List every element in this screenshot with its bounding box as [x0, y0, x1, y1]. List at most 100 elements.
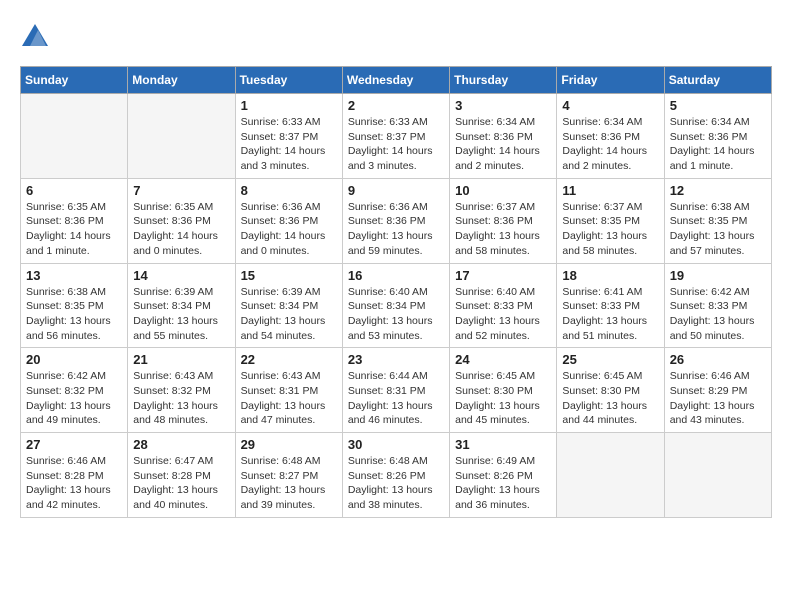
weekday-header-saturday: Saturday	[664, 67, 771, 94]
calendar-cell: 11Sunrise: 6:37 AM Sunset: 8:35 PM Dayli…	[557, 178, 664, 263]
day-number: 1	[241, 98, 337, 113]
day-info: Sunrise: 6:34 AM Sunset: 8:36 PM Dayligh…	[455, 115, 551, 174]
calendar-cell	[128, 94, 235, 179]
calendar-cell: 30Sunrise: 6:48 AM Sunset: 8:26 PM Dayli…	[342, 433, 449, 518]
day-info: Sunrise: 6:42 AM Sunset: 8:33 PM Dayligh…	[670, 285, 766, 344]
day-info: Sunrise: 6:33 AM Sunset: 8:37 PM Dayligh…	[241, 115, 337, 174]
day-number: 26	[670, 352, 766, 367]
calendar-cell: 3 Sunrise: 6:34 AM Sunset: 8:36 PM Daylig…	[450, 94, 557, 179]
calendar-cell: 19Sunrise: 6:42 AM Sunset: 8:33 PM Dayli…	[664, 263, 771, 348]
day-number: 22	[241, 352, 337, 367]
day-info: Sunrise: 6:33 AM Sunset: 8:37 PM Dayligh…	[348, 115, 444, 174]
weekday-header-tuesday: Tuesday	[235, 67, 342, 94]
calendar-cell: 23 Sunrise: 6:44 AM Sunset: 8:31 PM Dayli…	[342, 348, 449, 433]
day-number: 25	[562, 352, 658, 367]
day-number: 17	[455, 268, 551, 283]
day-info: Sunrise: 6:44 AM Sunset: 8:31 PM Dayligh…	[348, 369, 444, 428]
calendar-cell: 27Sunrise: 6:46 AM Sunset: 8:28 PM Dayli…	[21, 433, 128, 518]
weekday-header-sunday: Sunday	[21, 67, 128, 94]
page-header	[20, 20, 772, 50]
calendar-cell: 26 Sunrise: 6:46 AM Sunset: 8:29 PM Dayli…	[664, 348, 771, 433]
day-info: Sunrise: 6:37 AM Sunset: 8:36 PM Dayligh…	[455, 200, 551, 259]
calendar-cell: 31 Sunrise: 6:49 AM Sunset: 8:26 PM Dayli…	[450, 433, 557, 518]
calendar-cell: 29Sunrise: 6:48 AM Sunset: 8:27 PM Dayli…	[235, 433, 342, 518]
day-number: 20	[26, 352, 122, 367]
day-number: 12	[670, 183, 766, 198]
calendar-cell: 9 Sunrise: 6:36 AM Sunset: 8:36 PM Daylig…	[342, 178, 449, 263]
day-number: 8	[241, 183, 337, 198]
calendar-week-row: 20 Sunrise: 6:42 AM Sunset: 8:32 PM Dayli…	[21, 348, 772, 433]
calendar-cell: 15 Sunrise: 6:39 AM Sunset: 8:34 PM Dayli…	[235, 263, 342, 348]
day-info: Sunrise: 6:45 AM Sunset: 8:30 PM Dayligh…	[455, 369, 551, 428]
calendar-cell: 1 Sunrise: 6:33 AM Sunset: 8:37 PM Daylig…	[235, 94, 342, 179]
calendar-week-row: 13Sunrise: 6:38 AM Sunset: 8:35 PM Dayli…	[21, 263, 772, 348]
calendar-cell: 25 Sunrise: 6:45 AM Sunset: 8:30 PM Dayli…	[557, 348, 664, 433]
calendar-cell	[21, 94, 128, 179]
calendar-cell: 22 Sunrise: 6:43 AM Sunset: 8:31 PM Dayli…	[235, 348, 342, 433]
calendar-cell: 28 Sunrise: 6:47 AM Sunset: 8:28 PM Dayli…	[128, 433, 235, 518]
calendar-cell: 10 Sunrise: 6:37 AM Sunset: 8:36 PM Dayli…	[450, 178, 557, 263]
calendar-cell: 6 Sunrise: 6:35 AM Sunset: 8:36 PM Daylig…	[21, 178, 128, 263]
calendar-cell	[664, 433, 771, 518]
day-info: Sunrise: 6:34 AM Sunset: 8:36 PM Dayligh…	[670, 115, 766, 174]
day-number: 28	[133, 437, 229, 452]
calendar-cell: 20 Sunrise: 6:42 AM Sunset: 8:32 PM Dayli…	[21, 348, 128, 433]
weekday-header-monday: Monday	[128, 67, 235, 94]
calendar-week-row: 1 Sunrise: 6:33 AM Sunset: 8:37 PM Daylig…	[21, 94, 772, 179]
calendar-cell: 12 Sunrise: 6:38 AM Sunset: 8:35 PM Dayli…	[664, 178, 771, 263]
day-number: 14	[133, 268, 229, 283]
day-info: Sunrise: 6:39 AM Sunset: 8:34 PM Dayligh…	[241, 285, 337, 344]
day-info: Sunrise: 6:40 AM Sunset: 8:34 PM Dayligh…	[348, 285, 444, 344]
day-number: 6	[26, 183, 122, 198]
calendar-cell: 2 Sunrise: 6:33 AM Sunset: 8:37 PM Daylig…	[342, 94, 449, 179]
calendar-cell: 4 Sunrise: 6:34 AM Sunset: 8:36 PM Daylig…	[557, 94, 664, 179]
calendar-cell: 8 Sunrise: 6:36 AM Sunset: 8:36 PM Daylig…	[235, 178, 342, 263]
calendar-week-row: 6 Sunrise: 6:35 AM Sunset: 8:36 PM Daylig…	[21, 178, 772, 263]
day-info: Sunrise: 6:49 AM Sunset: 8:26 PM Dayligh…	[455, 454, 551, 513]
day-number: 5	[670, 98, 766, 113]
day-number: 23	[348, 352, 444, 367]
calendar-header-row: SundayMondayTuesdayWednesdayThursdayFrid…	[21, 67, 772, 94]
day-info: Sunrise: 6:36 AM Sunset: 8:36 PM Dayligh…	[348, 200, 444, 259]
calendar-cell: 24 Sunrise: 6:45 AM Sunset: 8:30 PM Dayli…	[450, 348, 557, 433]
day-number: 24	[455, 352, 551, 367]
day-info: Sunrise: 6:34 AM Sunset: 8:36 PM Dayligh…	[562, 115, 658, 174]
logo	[20, 20, 54, 50]
day-info: Sunrise: 6:47 AM Sunset: 8:28 PM Dayligh…	[133, 454, 229, 513]
calendar-cell: 5 Sunrise: 6:34 AM Sunset: 8:36 PM Daylig…	[664, 94, 771, 179]
day-info: Sunrise: 6:43 AM Sunset: 8:31 PM Dayligh…	[241, 369, 337, 428]
weekday-header-thursday: Thursday	[450, 67, 557, 94]
calendar-cell: 17 Sunrise: 6:40 AM Sunset: 8:33 PM Dayli…	[450, 263, 557, 348]
day-info: Sunrise: 6:36 AM Sunset: 8:36 PM Dayligh…	[241, 200, 337, 259]
day-info: Sunrise: 6:40 AM Sunset: 8:33 PM Dayligh…	[455, 285, 551, 344]
day-info: Sunrise: 6:38 AM Sunset: 8:35 PM Dayligh…	[26, 285, 122, 344]
day-info: Sunrise: 6:43 AM Sunset: 8:32 PM Dayligh…	[133, 369, 229, 428]
day-number: 7	[133, 183, 229, 198]
day-info: Sunrise: 6:35 AM Sunset: 8:36 PM Dayligh…	[26, 200, 122, 259]
day-info: Sunrise: 6:38 AM Sunset: 8:35 PM Dayligh…	[670, 200, 766, 259]
day-number: 30	[348, 437, 444, 452]
day-number: 18	[562, 268, 658, 283]
day-info: Sunrise: 6:45 AM Sunset: 8:30 PM Dayligh…	[562, 369, 658, 428]
day-number: 3	[455, 98, 551, 113]
day-number: 2	[348, 98, 444, 113]
day-number: 21	[133, 352, 229, 367]
day-number: 16	[348, 268, 444, 283]
day-number: 29	[241, 437, 337, 452]
day-info: Sunrise: 6:42 AM Sunset: 8:32 PM Dayligh…	[26, 369, 122, 428]
day-number: 15	[241, 268, 337, 283]
calendar-cell: 13Sunrise: 6:38 AM Sunset: 8:35 PM Dayli…	[21, 263, 128, 348]
day-number: 9	[348, 183, 444, 198]
calendar-cell	[557, 433, 664, 518]
day-number: 4	[562, 98, 658, 113]
day-info: Sunrise: 6:37 AM Sunset: 8:35 PM Dayligh…	[562, 200, 658, 259]
day-info: Sunrise: 6:46 AM Sunset: 8:28 PM Dayligh…	[26, 454, 122, 513]
day-number: 10	[455, 183, 551, 198]
calendar-cell: 14 Sunrise: 6:39 AM Sunset: 8:34 PM Dayli…	[128, 263, 235, 348]
day-info: Sunrise: 6:39 AM Sunset: 8:34 PM Dayligh…	[133, 285, 229, 344]
day-info: Sunrise: 6:46 AM Sunset: 8:29 PM Dayligh…	[670, 369, 766, 428]
weekday-header-friday: Friday	[557, 67, 664, 94]
calendar-cell: 16 Sunrise: 6:40 AM Sunset: 8:34 PM Dayli…	[342, 263, 449, 348]
day-number: 31	[455, 437, 551, 452]
calendar-cell: 21 Sunrise: 6:43 AM Sunset: 8:32 PM Dayli…	[128, 348, 235, 433]
